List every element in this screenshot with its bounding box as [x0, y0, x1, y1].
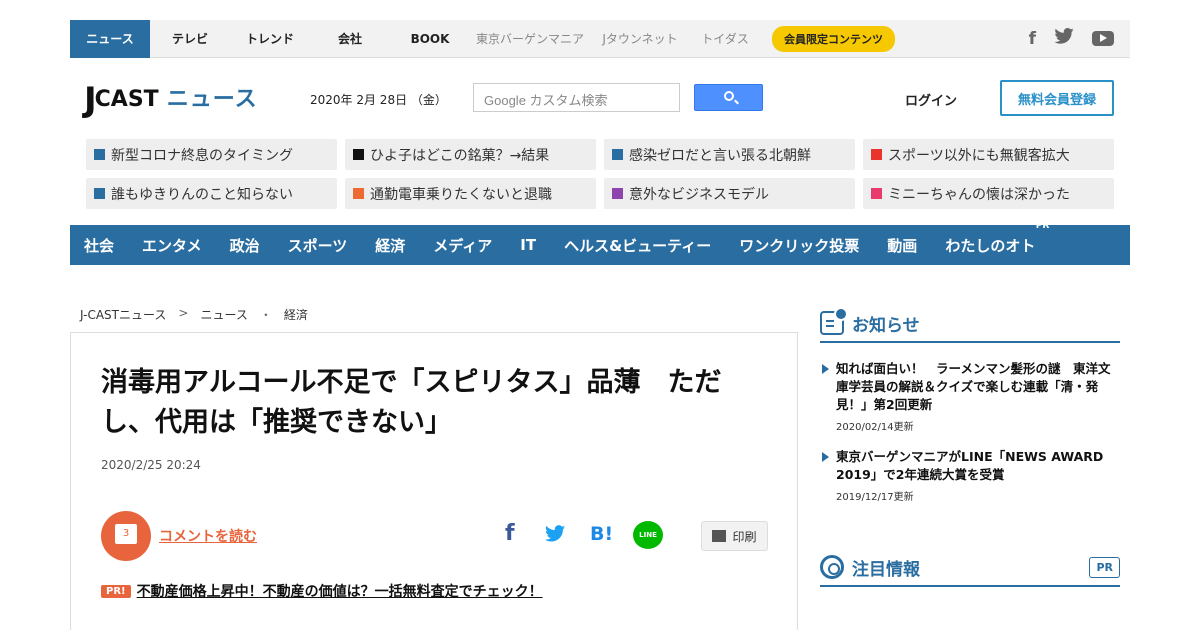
sponsored-link[interactable]: PR! 不動産価格上昇中！不動産の価値は？一括無料査定でチェック！ [101, 581, 543, 601]
register-button[interactable]: 無料会員登録 [1000, 80, 1114, 116]
topnav-item-jtown[interactable]: Jタウンネット [590, 20, 690, 58]
notice-item-title: 知れば面白い！ ラーメンマン髪形の謎 東洋文庫学芸員の解説＆クイズで楽しむ連載「… [836, 361, 1111, 412]
notice-item-date: 2020/02/14更新 [836, 422, 914, 433]
tag-color-square [353, 149, 364, 160]
category-media[interactable]: メディア [433, 235, 492, 256]
topic-tag[interactable]: スポーツ以外にも無観客拡大 [863, 139, 1114, 170]
notice-icon [820, 307, 848, 335]
tag-color-square [871, 149, 882, 160]
read-comments-link[interactable]: コメントを読む [159, 526, 257, 546]
bullet-arrow-icon [822, 364, 829, 374]
tag-color-square [94, 188, 105, 199]
notice-item[interactable]: 知れば面白い！ ラーメンマン髪形の謎 東洋文庫学芸員の解説＆クイズで楽しむ連載「… [820, 360, 1120, 433]
category-it[interactable]: IT [520, 236, 536, 254]
tag-label: 誰もゆきりんのこと知らない [111, 186, 293, 203]
category-society[interactable]: 社会 [84, 235, 114, 256]
topic-tag[interactable]: ミニーちゃんの懐は深かった [863, 178, 1114, 209]
twitter-share-icon[interactable] [545, 523, 565, 547]
logo-cast: CAST [94, 87, 159, 112]
tag-color-square [94, 149, 105, 160]
breadcrumb-separator: > [178, 306, 189, 320]
breadcrumb-home[interactable]: J-CASTニュース [80, 306, 166, 323]
tag-label: 感染ゼロだと言い張る北朝鮮 [629, 147, 811, 164]
tag-color-square [353, 188, 364, 199]
search-input[interactable]: Google カスタム検索 [473, 83, 680, 112]
category-one-click-vote[interactable]: ワンクリック投票 [739, 235, 859, 256]
tag-label: 通勤電車乗りたくないと退職 [370, 186, 552, 203]
category-pr-label: PR [1035, 220, 1050, 231]
tag-color-square [871, 188, 882, 199]
twitter-icon[interactable] [1054, 28, 1074, 49]
topnav-item-bargain-mania[interactable]: 東京バーゲンマニア [470, 20, 590, 58]
target-icon [820, 555, 844, 579]
topnav-item-toidas[interactable]: トイダス [690, 20, 760, 58]
breadcrumb: J-CASTニュース > ニュース ・ 経済 [80, 306, 308, 323]
topic-tag[interactable]: 誰もゆきりんのこと知らない [86, 178, 337, 209]
bullet-arrow-icon [822, 452, 829, 462]
tag-color-square [612, 188, 623, 199]
hatena-bookmark-icon[interactable]: B! [590, 523, 613, 545]
topic-tag[interactable]: 通勤電車乗りたくないと退職 [345, 178, 596, 209]
featured-section-header: 注目情報 PR [820, 549, 1120, 587]
pr-tag: PR [1089, 556, 1120, 578]
category-video[interactable]: 動画 [887, 235, 917, 256]
notice-item[interactable]: 東京バーゲンマニアがLINE「NEWS AWARD 2019」で2年連続大賞を受… [820, 448, 1120, 503]
category-watashi-no-oto[interactable]: わたしのオト PR [945, 221, 1049, 256]
topnav-item-news[interactable]: ニュース [70, 19, 150, 58]
notice-item-title: 東京バーゲンマニアがLINE「NEWS AWARD 2019」で2年連続大賞を受… [836, 449, 1104, 482]
topic-tag[interactable]: 意外なビジネスモデル [604, 178, 855, 209]
search-icon [724, 91, 734, 101]
youtube-icon[interactable] [1092, 31, 1114, 46]
breadcrumb-economy[interactable]: 経済 [284, 306, 308, 323]
topic-tag[interactable]: ひよ子はどこの銘菓？→結果 [345, 139, 596, 170]
category-politics[interactable]: 政治 [230, 235, 260, 256]
breadcrumb-news[interactable]: ニュース [200, 306, 247, 323]
top-navigation: ニュース テレビ トレンド 会社 BOOK 東京バーゲンマニア Jタウンネット … [70, 19, 1130, 58]
comment-icon: 3 [115, 524, 137, 544]
category-watashi-label: わたしのオト [945, 236, 1036, 255]
tag-label: スポーツ以外にも無観客拡大 [888, 147, 1070, 164]
article-date: 2020/2/25 20:24 [101, 458, 201, 472]
print-label: 印刷 [732, 529, 757, 544]
tag-color-square [612, 149, 623, 160]
tag-label: ひよ子はどこの銘菓？→結果 [370, 147, 550, 164]
logo-news: ニュース [166, 87, 258, 112]
print-button[interactable]: 印刷 [701, 521, 768, 551]
tag-label: 意外なビジネスモデル [629, 186, 769, 203]
topnav-item-book[interactable]: BOOK [390, 20, 470, 58]
notice-title: お知らせ [852, 315, 920, 336]
topnav-item-trend[interactable]: トレンド [230, 20, 310, 58]
members-content-badge[interactable]: 会員限定コンテンツ [772, 25, 895, 52]
facebook-icon[interactable]: f [1029, 29, 1036, 49]
tag-label: ミニーちゃんの懐は深かった [888, 186, 1070, 203]
breadcrumb-separator: ・ [259, 308, 272, 322]
topic-tag[interactable]: 新型コロナ終息のタイミング [86, 139, 337, 170]
notice-section-header: お知らせ [820, 305, 1120, 343]
topnav-item-company[interactable]: 会社 [310, 20, 390, 58]
topic-tags: 新型コロナ終息のタイミング ひよ子はどこの銘菓？→結果 感染ゼロだと言い張る北朝… [86, 139, 1114, 209]
site-logo[interactable]: J CAST ニュース [84, 80, 258, 120]
category-navigation: 社会 エンタメ 政治 スポーツ 経済 メディア IT ヘルス&ビューティー ワン… [70, 221, 1130, 265]
category-sports[interactable]: スポーツ [288, 235, 348, 256]
search-button[interactable] [694, 84, 763, 111]
line-share-icon[interactable]: LINE [633, 521, 663, 549]
notice-item-date: 2019/12/17更新 [836, 492, 914, 503]
login-link[interactable]: ログイン [905, 90, 957, 109]
article-card: 消毒用アルコール不足で「スピリタス」品薄 ただし、代用は「推奨できない」 202… [70, 332, 798, 630]
social-links: f [1029, 28, 1130, 49]
pr-badge: PR! [101, 584, 131, 598]
printer-icon [712, 530, 727, 542]
current-date: 2020年 2月 28日 （金） [310, 93, 447, 107]
topic-tag[interactable]: 感染ゼロだと言い張る北朝鮮 [604, 139, 855, 170]
topnav-item-tv[interactable]: テレビ [150, 20, 230, 58]
category-economy[interactable]: 経済 [375, 235, 405, 256]
tag-label: 新型コロナ終息のタイミング [111, 147, 293, 164]
category-entertainment[interactable]: エンタメ [142, 235, 202, 256]
sponsored-link-text: 不動産価格上昇中！不動産の価値は？一括無料査定でチェック！ [136, 584, 543, 600]
category-health-beauty[interactable]: ヘルス&ビューティー [564, 235, 711, 256]
facebook-share-icon[interactable]: f [505, 521, 515, 546]
featured-title: 注目情報 [852, 559, 920, 580]
article-headline: 消毒用アルコール不足で「スピリタス」品薄 ただし、代用は「推奨できない」 [101, 367, 722, 438]
comment-count-badge[interactable]: 3 [101, 511, 151, 561]
